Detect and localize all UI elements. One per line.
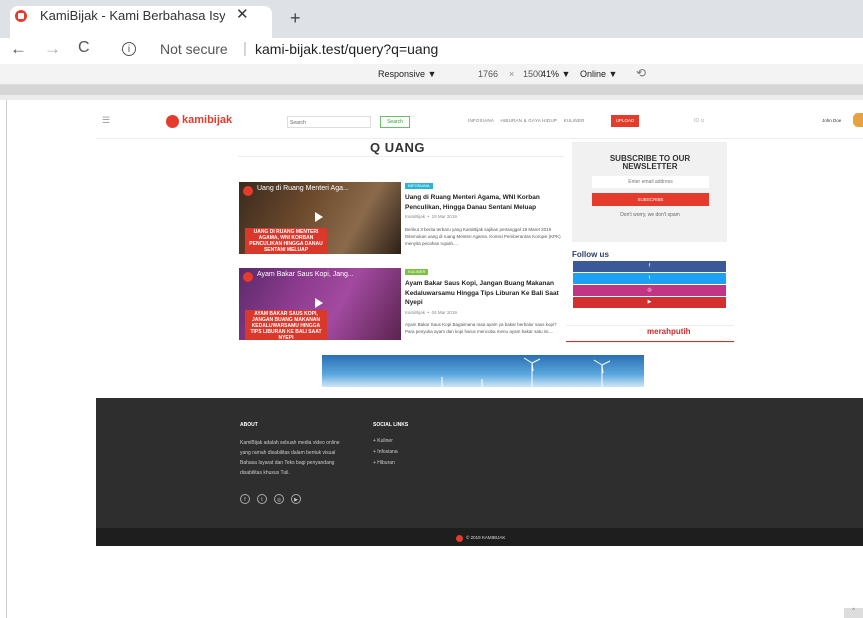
site-search-input[interactable]: Search <box>287 116 371 128</box>
wind-turbines-icon <box>441 357 611 387</box>
new-tab-button[interactable]: + <box>290 8 301 29</box>
instagram-icon: ◎ <box>647 287 652 293</box>
article-title[interactable]: Uang di Ruang Menteri Agama, WNI Korban … <box>405 193 563 212</box>
newsletter-email-input[interactable]: Enter email address <box>592 176 709 188</box>
footer-link-kuliner[interactable]: + Kuliner <box>373 438 393 444</box>
network-dropdown[interactable]: Online ▼ <box>580 69 617 79</box>
youtube-button[interactable]: ▶ <box>573 297 726 308</box>
site-search-button[interactable]: Search <box>380 116 410 128</box>
back-arrow-icon[interactable]: ← <box>10 39 27 59</box>
footer-instagram-icon[interactable]: ◎ <box>274 494 284 504</box>
article-meta: KamiBijak • 04 Mar 2019 <box>405 310 457 315</box>
article-author: KamiBijak <box>405 310 426 315</box>
kamibijak-favicon-icon <box>15 10 27 22</box>
site-footer <box>96 398 863 528</box>
twitter-button[interactable]: t <box>573 273 726 284</box>
article-description: Berikut 3 berita terbaru yang KamiBijak … <box>405 227 561 246</box>
dimension-separator: × <box>509 69 515 79</box>
tab-close-icon[interactable]: ✕ <box>236 5 249 23</box>
twitter-icon: t <box>648 275 651 281</box>
footer-about-text: KamiBijak adalah sebuah media video onli… <box>240 440 340 476</box>
tab-title: KamiBijak - Kami Berbahasa Isyar <box>40 8 225 23</box>
forward-arrow-icon[interactable]: → <box>44 39 61 59</box>
kamibijak-logo-icon <box>243 272 253 282</box>
article-author: KamiBijak <box>405 214 426 219</box>
reload-icon[interactable]: C <box>78 39 90 57</box>
not-secure-label[interactable]: Not secure <box>160 41 228 57</box>
category-badge[interactable]: INFOSIANA <box>405 183 433 189</box>
nav-item-hiburan[interactable]: HIBURAN & GAYA HIDUP <box>501 118 558 123</box>
rotate-icon[interactable]: ⟲ <box>636 66 646 80</box>
youtube-icon: ▶ <box>647 299 652 305</box>
search-results-title: Q UANG <box>370 140 425 155</box>
article-title[interactable]: Ayam Bakar Saus Kopi, Jangan Buang Makan… <box>405 279 563 308</box>
ad-banner-underline <box>566 341 734 342</box>
footer-facebook-icon[interactable]: f <box>240 494 250 504</box>
article-meta: KamiBijak • 19 Mar 2019 <box>405 214 457 219</box>
user-avatar[interactable] <box>853 113 863 127</box>
footer-about-title: ABOUT <box>240 422 258 428</box>
wide-banner-image[interactable] <box>322 355 644 387</box>
nav-item-infosiana[interactable]: INFOSIANA <box>468 118 494 123</box>
info-icon[interactable]: i <box>122 42 136 56</box>
nav-item-kuliner[interactable]: KULINER <box>564 118 585 123</box>
zoom-dropdown[interactable]: 41% ▼ <box>541 69 570 79</box>
copyright-text: © 2019 KAMIBIJAK <box>466 535 506 540</box>
thumbnail-title: Uang di Ruang Menteri Aga... <box>257 185 349 192</box>
viewport-width-input[interactable]: 1766 <box>478 69 498 79</box>
title-divider <box>238 156 564 157</box>
facebook-icon: f <box>648 263 651 269</box>
footer-link-infosiana[interactable]: + Infosiana <box>373 449 398 455</box>
kamibijak-logo-icon <box>456 535 463 542</box>
url-separator: | <box>243 40 247 57</box>
user-name[interactable]: John Doe <box>822 118 841 123</box>
article-thumbnail[interactable]: Ayam Bakar Saus Kopi, Jang... AYAM BAKAR… <box>239 268 401 340</box>
category-badge[interactable]: KULINER <box>405 269 429 275</box>
viewport-edge <box>6 100 7 618</box>
play-icon[interactable] <box>315 298 323 308</box>
article-description: Ayam Bakar Saus Kopi Bagaimana rasa ayam… <box>405 322 557 334</box>
play-icon[interactable] <box>315 212 323 222</box>
article-date: 04 Mar 2019 <box>431 310 457 315</box>
follow-us-title: Follow us <box>572 250 609 259</box>
main-nav: INFOSIANA HIBURAN & GAYA HIDUP KULINER <box>468 118 589 123</box>
footer-youtube-icon[interactable]: ▶ <box>291 494 301 504</box>
thumbnail-caption: UANG DI RUANG MENTERI AGAMA, WNI KORBAN … <box>245 228 327 254</box>
ad-banner-text: merahputih <box>647 327 691 336</box>
hamburger-menu-icon[interactable]: ☰ <box>102 115 110 126</box>
media-query-ruler[interactable] <box>0 85 863 95</box>
search-icon: Q <box>370 140 381 155</box>
search-query-label: UANG <box>384 140 426 155</box>
thumbnail-caption: AYAM BAKAR SAUS KOPI, JANGAN BUANG MAKAN… <box>245 310 327 340</box>
scroll-top-button[interactable]: ^ <box>844 608 863 618</box>
article-thumbnail[interactable]: Uang di Ruang Menteri Aga... UANG DI RUA… <box>239 182 401 254</box>
thumbnail-title: Ayam Bakar Saus Kopi, Jang... <box>257 271 354 278</box>
language-selector[interactable]: ID ⊙ <box>694 118 705 124</box>
footer-link-hiburan[interactable]: + Hiburan <box>373 460 395 466</box>
upload-button[interactable]: UPLOAD <box>611 115 639 127</box>
subscribe-button[interactable]: SUBSCRIBE <box>592 193 709 206</box>
site-logo-text[interactable]: kamibijak <box>182 114 232 126</box>
newsletter-title: SUBSCRIBE TO OUR NEWSLETTER <box>609 154 691 171</box>
kamibijak-logo-icon[interactable] <box>166 115 179 128</box>
instagram-button[interactable]: ◎ <box>573 285 726 296</box>
newsletter-note: Don't worry, we don't spam <box>620 212 680 218</box>
responsive-dropdown[interactable]: Responsive ▼ <box>378 69 436 79</box>
kamibijak-logo-icon <box>243 186 253 196</box>
facebook-button[interactable]: f <box>573 261 726 272</box>
footer-twitter-icon[interactable]: t <box>257 494 267 504</box>
address-bar-url[interactable]: kami-bijak.test/query?q=uang <box>255 41 438 57</box>
article-date: 19 Mar 2019 <box>431 214 457 219</box>
footer-social-title: SOCIAL LINKS <box>373 422 409 428</box>
